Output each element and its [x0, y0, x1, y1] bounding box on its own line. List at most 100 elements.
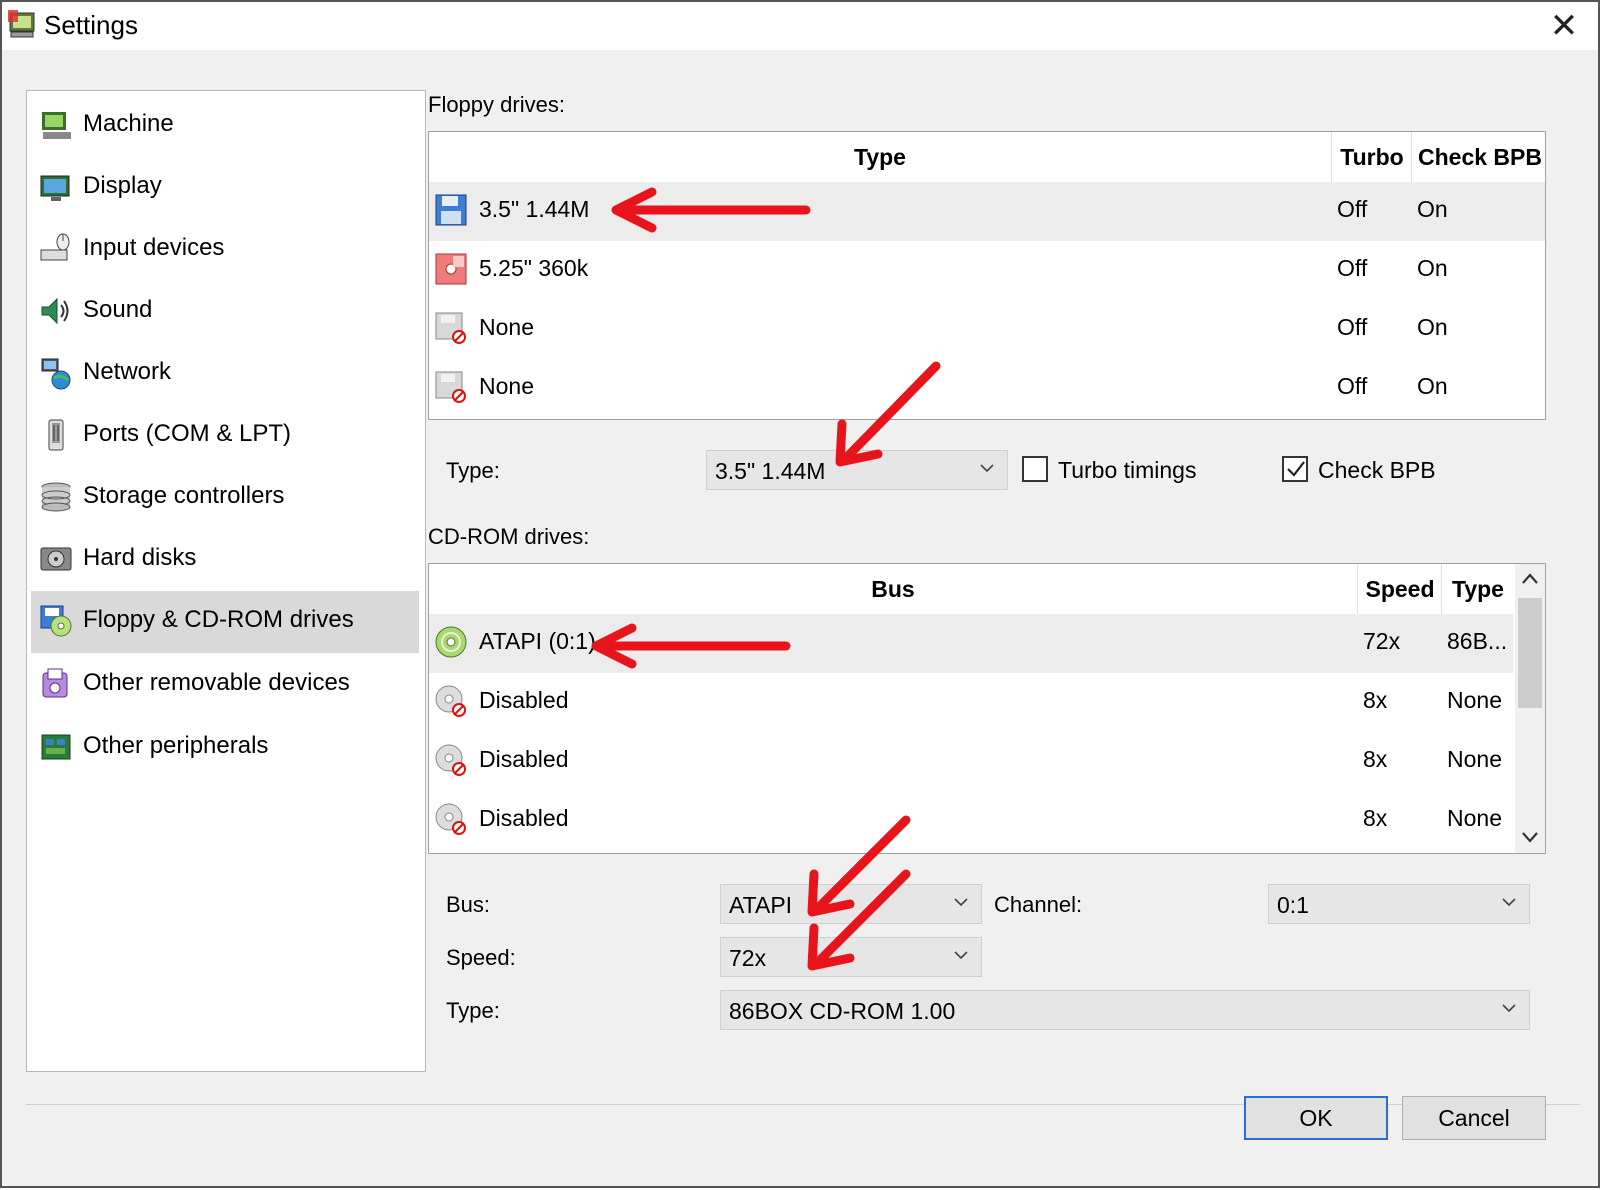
floppy-type-cell: None	[479, 314, 534, 340]
checkmark-icon	[1287, 461, 1305, 477]
floppy-none-icon	[435, 312, 466, 344]
floppy-check-bpb-cell: On	[1417, 196, 1448, 222]
floppy-type-value: 3.5" 1.44M	[715, 458, 826, 484]
network-icon	[41, 358, 71, 390]
window-title: Settings	[44, 10, 138, 40]
table-row[interactable]: 5.25" 360k Off On	[429, 241, 1545, 300]
floppy-525-icon	[435, 253, 467, 285]
floppy-drive-table[interactable]: Type Turbo Check BPB 3.5" 1.44M Off On 5…	[428, 131, 1546, 420]
sidebar-item-network[interactable]: Network	[31, 343, 419, 405]
turbo-timings-checkbox[interactable]	[1022, 456, 1048, 482]
floppy-turbo-cell: Off	[1337, 373, 1368, 399]
close-icon[interactable]: ✕	[1544, 6, 1584, 46]
floppy-turbo-cell: Off	[1337, 255, 1368, 281]
cdrom-disabled-icon	[435, 744, 466, 776]
hard-disk-icon	[40, 547, 72, 571]
cdrom-speed-cell: 8x	[1363, 746, 1388, 772]
cdrom-speed-cell: 72x	[1363, 628, 1401, 654]
column-header-type[interactable]: Type	[1441, 564, 1514, 614]
table-row[interactable]: None Off On	[429, 300, 1545, 359]
removable-devices-icon	[42, 668, 68, 698]
table-row[interactable]: None Off On	[429, 359, 1545, 418]
cdrom-bus-cell: Disabled	[479, 746, 569, 772]
cdrom-speed-label: Speed:	[446, 945, 516, 970]
cdrom-channel-select[interactable]: 0:1	[1268, 884, 1530, 924]
chevron-down-icon	[1502, 1004, 1516, 1013]
cdrom-bus-select[interactable]: ATAPI	[720, 884, 982, 924]
floppy-type-cell: 3.5" 1.44M	[479, 196, 590, 222]
scrollbar-thumb[interactable]	[1518, 598, 1542, 708]
chevron-down-icon	[980, 464, 994, 473]
sidebar-item-label: Display	[83, 172, 162, 199]
table-row[interactable]: Disabled 8x None	[429, 673, 1513, 732]
storage-controllers-icon	[41, 482, 71, 512]
cdrom-bus-cell: Disabled	[479, 805, 569, 831]
sound-icon	[41, 297, 69, 325]
sidebar-item-sound[interactable]: Sound	[31, 281, 419, 343]
cdrom-bus-cell: ATAPI (0:1)	[479, 628, 596, 654]
chevron-down-icon	[954, 898, 968, 907]
ok-button[interactable]: OK	[1244, 1096, 1388, 1140]
floppy-type-cell: None	[479, 373, 534, 399]
floppy-type-select[interactable]: 3.5" 1.44M	[706, 450, 1008, 490]
sidebar-item-label: Input devices	[83, 234, 225, 261]
sidebar-item-label: Storage controllers	[83, 482, 285, 509]
column-header-bus[interactable]: Bus	[429, 564, 1357, 614]
sidebar-item-label: Other peripherals	[83, 732, 269, 759]
sidebar-item-other-peripherals[interactable]: Other peripherals	[31, 717, 419, 779]
app-icon	[8, 10, 35, 38]
cdrom-type-cell: None	[1447, 687, 1502, 713]
cdrom-speed-cell: 8x	[1363, 805, 1388, 831]
cdrom-drives-label: CD-ROM drives:	[428, 524, 590, 549]
sidebar-item-label: Hard disks	[83, 544, 197, 571]
cdrom-speed-value: 72x	[729, 945, 767, 971]
table-row[interactable]: ATAPI (0:1) 72x 86B...	[429, 614, 1513, 673]
cdrom-type-cell: 86B...	[1447, 628, 1508, 654]
cdrom-speed-select[interactable]: 72x	[720, 937, 982, 977]
sidebar-item-storage-controllers[interactable]: Storage controllers	[31, 467, 419, 529]
floppy-35-icon	[435, 194, 467, 226]
sidebar-item-ports[interactable]: Ports (COM & LPT)	[31, 405, 419, 467]
column-header-speed[interactable]: Speed	[1357, 564, 1442, 614]
title-bar: Settings ✕	[2, 2, 1598, 50]
floppy-type-cell: 5.25" 360k	[479, 255, 589, 281]
sidebar-item-machine[interactable]: Machine	[31, 95, 419, 157]
turbo-timings-label: Turbo timings	[1058, 457, 1197, 483]
floppy-turbo-cell: Off	[1337, 314, 1368, 340]
cancel-button[interactable]: Cancel	[1402, 1096, 1546, 1140]
sidebar-item-label: Other removable devices	[83, 669, 350, 696]
sidebar-item-label: Floppy & CD-ROM drives	[83, 606, 354, 633]
cdrom-type-value: 86BOX CD-ROM 1.00	[729, 998, 956, 1024]
ports-icon	[48, 419, 64, 451]
cdrom-disabled-icon	[435, 685, 466, 717]
chevron-down-icon	[1502, 898, 1516, 907]
cdrom-bus-label: Bus:	[446, 892, 491, 917]
cdrom-table-scrollbar[interactable]	[1515, 564, 1545, 853]
table-row[interactable]: 3.5" 1.44M Off On	[429, 182, 1545, 241]
cdrom-type-label: Type:	[446, 998, 500, 1023]
column-header-turbo[interactable]: Turbo	[1331, 132, 1412, 182]
cdrom-type-select[interactable]: 86BOX CD-ROM 1.00	[720, 990, 1530, 1030]
sidebar-item-display[interactable]: Display	[31, 157, 419, 219]
cdrom-bus-cell: Disabled	[479, 687, 569, 713]
column-header-type[interactable]: Type	[429, 132, 1331, 182]
scroll-down-icon[interactable]	[1521, 830, 1539, 844]
cdrom-channel-value: 0:1	[1277, 892, 1309, 918]
sidebar-item-input-devices[interactable]: Input devices	[31, 219, 419, 281]
check-bpb-checkbox[interactable]	[1282, 456, 1308, 482]
table-row[interactable]: Disabled 8x None	[429, 732, 1513, 791]
cdrom-type-cell: None	[1447, 746, 1502, 772]
peripherals-icon	[41, 734, 71, 760]
scroll-up-icon[interactable]	[1521, 572, 1539, 586]
sidebar-item-hard-disks[interactable]: Hard disks	[31, 529, 419, 591]
cdrom-speed-cell: 8x	[1363, 687, 1388, 713]
sidebar-item-other-removable[interactable]: Other removable devices	[31, 654, 419, 716]
chevron-down-icon	[954, 951, 968, 960]
sidebar-item-floppy-cdrom[interactable]: Floppy & CD-ROM drives	[31, 591, 419, 653]
floppy-check-bpb-cell: On	[1417, 314, 1448, 340]
column-header-check-bpb[interactable]: Check BPB	[1411, 132, 1545, 182]
cdrom-drive-table[interactable]: Bus Speed Type ATAPI (0:1) 72x 86B... Di…	[428, 563, 1546, 854]
input-devices-icon	[40, 233, 70, 261]
table-row[interactable]: Disabled 8x None	[429, 791, 1513, 850]
settings-window: Settings ✕ Machine Display Input devices…	[0, 0, 1600, 1188]
